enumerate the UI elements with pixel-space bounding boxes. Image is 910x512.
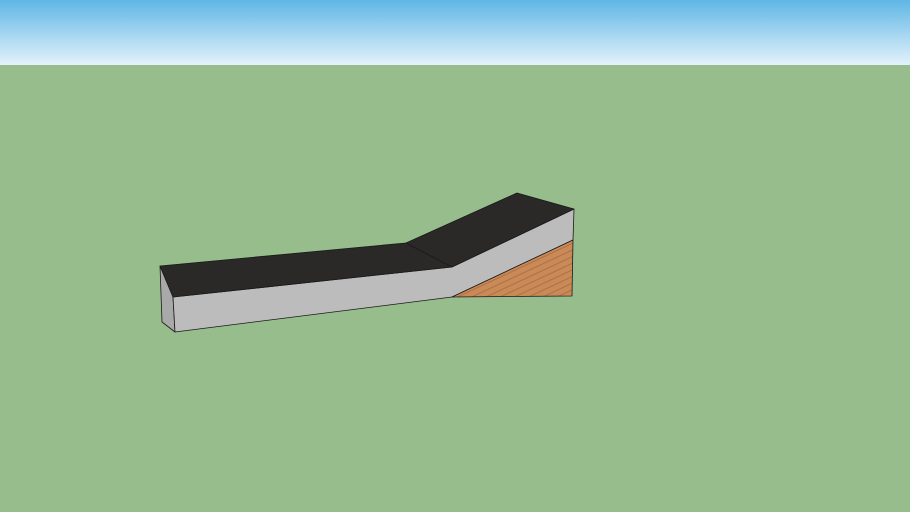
3d-viewport[interactable]: [0, 0, 910, 512]
sky: [0, 0, 910, 66]
